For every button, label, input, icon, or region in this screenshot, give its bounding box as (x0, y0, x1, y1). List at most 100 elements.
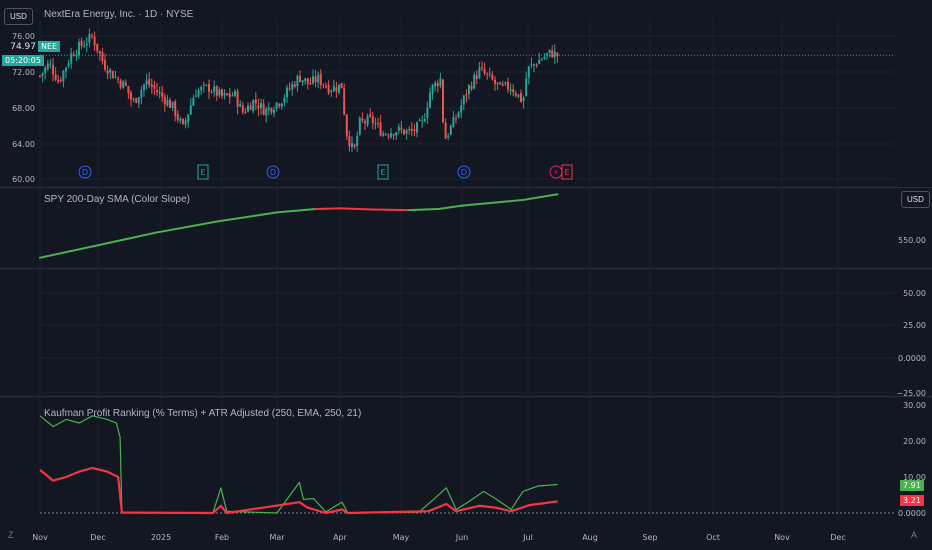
candle-body (520, 92, 522, 102)
candle-body (395, 132, 398, 136)
x-axis-label: Oct (706, 533, 720, 542)
candle-body (374, 123, 377, 125)
candle-body (39, 75, 41, 77)
candle-body (345, 114, 348, 137)
candle-body (101, 52, 104, 62)
candle-body (247, 105, 249, 112)
candle-body (83, 45, 86, 47)
candle-body (509, 89, 512, 92)
earnings-marker-label: E (564, 168, 569, 177)
price-axis-label: 72.00 (12, 68, 35, 77)
candle-body (351, 143, 353, 147)
candle-body (286, 87, 288, 98)
candle-body (241, 105, 244, 113)
auto-scale-icon[interactable]: A (911, 530, 917, 540)
candle-body (418, 120, 421, 122)
kaufman-series-green (39, 415, 558, 514)
candle-body (309, 82, 312, 85)
x-axis-label: Nov (32, 533, 48, 542)
candle-body (525, 78, 528, 96)
x-axis-label: Nov (774, 533, 790, 542)
candle-body (491, 74, 494, 80)
price-tag-ticker: NEE (38, 41, 61, 52)
candle-body (93, 36, 96, 46)
candle-body (140, 89, 143, 98)
oscillator-axis-label: −25.00 (896, 389, 926, 398)
currency-badge[interactable]: USD (4, 8, 33, 25)
candle-body (379, 122, 382, 136)
chart-canvas[interactable]: Nov Dec 2025 Feb Mar Apr May Jun Jul Aug Sep Oct Nov… (0, 0, 932, 550)
candle-body (442, 79, 444, 123)
candle-body (390, 133, 392, 138)
candle-body (171, 101, 174, 108)
x-axis-label: Jun (455, 533, 469, 542)
candle-body (361, 118, 364, 121)
candle-body (252, 100, 255, 112)
sma-line-segment (437, 204, 463, 210)
x-axis-label: Sep (642, 533, 657, 542)
candle-body (494, 79, 496, 84)
candle-body (462, 95, 465, 105)
candle-body (174, 101, 177, 116)
candle-body (538, 59, 541, 65)
price-axis-label: 68.00 (12, 104, 35, 113)
candle-body (143, 84, 145, 91)
candle-body (330, 91, 333, 93)
symbol-title: NextEra Energy, Inc. · 1D · NYSE (44, 9, 194, 20)
kaufman-axis-label: 0.0000 (898, 509, 926, 518)
candle-body (228, 93, 231, 97)
candle-body (403, 129, 405, 135)
timezone-icon[interactable]: Z (8, 530, 14, 540)
candle-body (267, 107, 270, 110)
candle-body (384, 134, 387, 136)
candle-body (122, 81, 125, 89)
candle-body (96, 43, 99, 51)
candle-body (314, 76, 317, 83)
candle-body (78, 42, 80, 56)
candle-body (382, 133, 385, 136)
candle-body (332, 85, 335, 92)
candle-body (91, 35, 93, 37)
candle-body (470, 85, 473, 89)
candle-body (452, 117, 455, 128)
candle-body (153, 85, 156, 89)
candle-body (517, 94, 520, 97)
candle-body (358, 117, 361, 135)
currency-badge-sma[interactable]: USD (901, 191, 930, 208)
candle-body (158, 92, 161, 94)
candle-body (179, 119, 182, 121)
candle-body (447, 135, 450, 138)
candle-body (148, 78, 151, 86)
sma-line-segment (154, 220, 218, 234)
candle-body (195, 95, 197, 97)
candle-body (457, 112, 460, 118)
candle-body (270, 108, 273, 113)
dividend-marker-label: D (461, 168, 467, 177)
price-tag-value: 74.97 (2, 42, 38, 52)
candle-body (327, 84, 330, 94)
candle-body (104, 60, 106, 70)
candle-body (551, 50, 554, 58)
x-axis-label: Apr (333, 533, 348, 542)
candle-body (553, 51, 556, 58)
candle-body (150, 84, 153, 87)
candle-body (202, 84, 205, 86)
candle-body (205, 84, 208, 86)
candle-body (132, 99, 135, 101)
candle-body (231, 95, 234, 97)
sma-axis-label: 550.00 (898, 236, 926, 245)
candle-body (348, 136, 351, 147)
candle-body (80, 40, 83, 46)
candle-body (543, 56, 546, 59)
candle-body (449, 125, 452, 135)
candle-body (111, 71, 114, 79)
price-axis-label: 60.00 (12, 175, 35, 184)
candle-body (210, 91, 213, 93)
candle-body (288, 88, 291, 90)
x-axis-label: Dec (830, 533, 845, 542)
sma-line-segment (39, 244, 99, 259)
candle-body (130, 92, 132, 100)
candle-body (312, 76, 314, 84)
candle-body (57, 79, 60, 82)
candle-body (223, 93, 226, 96)
